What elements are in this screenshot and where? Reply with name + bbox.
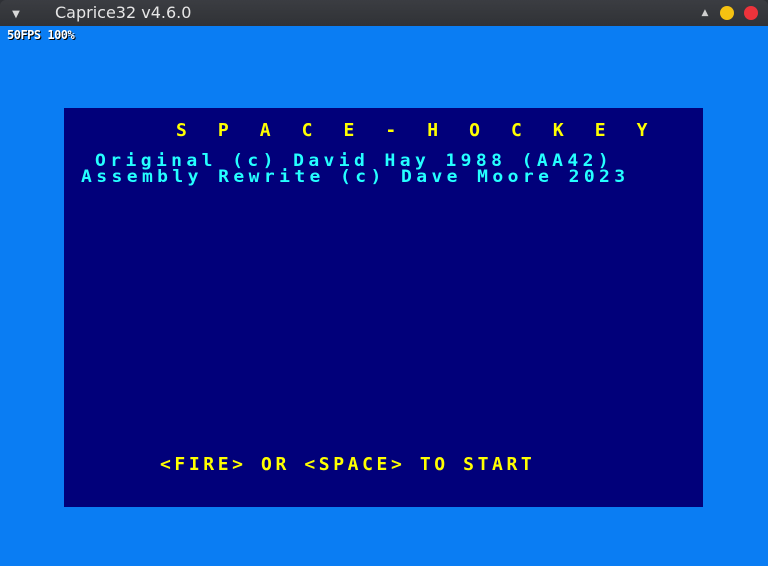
title-bar[interactable]: ▼ Caprice32 v4.6.0 ▲ bbox=[0, 0, 768, 26]
start-prompt: <FIRE> OR <SPACE> TO START bbox=[160, 454, 536, 475]
fps-readout: 50FPS 100% bbox=[7, 28, 75, 42]
up-arrow-icon[interactable]: ▲ bbox=[700, 6, 710, 20]
game-screen: S P A C E - H O C K E Y Original (c) Dav… bbox=[64, 108, 703, 507]
minimize-icon[interactable] bbox=[720, 6, 734, 20]
credit-rewrite: Assembly Rewrite (c) Dave Moore 2023 bbox=[81, 167, 630, 187]
emulator-screen[interactable]: 50FPS 100% S P A C E - H O C K E Y Origi… bbox=[0, 26, 768, 566]
window-title: Caprice32 v4.6.0 bbox=[55, 3, 192, 22]
window-controls: ▲ bbox=[700, 6, 758, 20]
game-title: S P A C E - H O C K E Y bbox=[176, 120, 658, 141]
chevron-down-icon[interactable]: ▼ bbox=[9, 8, 23, 20]
emulator-window: ▼ Caprice32 v4.6.0 ▲ 50FPS 100% S P A C … bbox=[0, 0, 768, 566]
close-icon[interactable] bbox=[744, 6, 758, 20]
